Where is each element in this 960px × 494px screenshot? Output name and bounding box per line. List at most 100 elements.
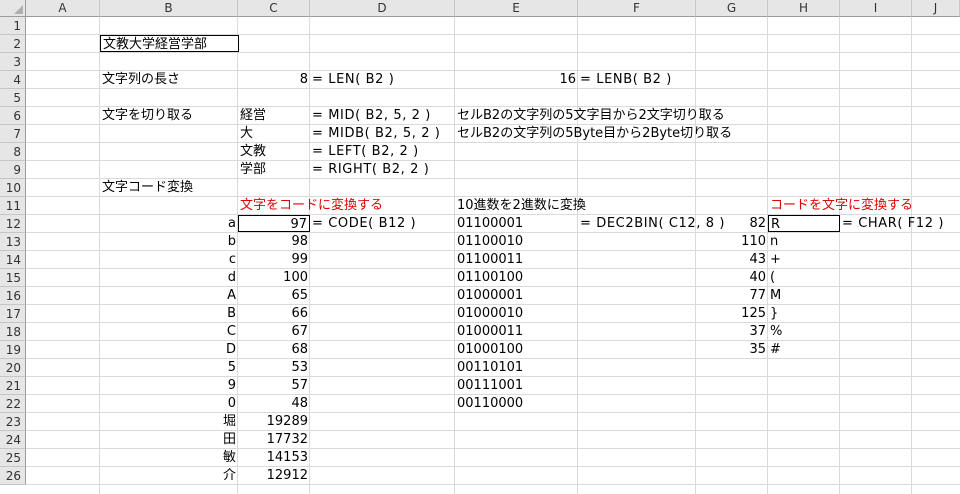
binary-value[interactable]: 00110000 — [455, 395, 578, 412]
lenb-formula[interactable]: = LENB( B2 ) — [578, 71, 728, 88]
char-code[interactable]: 43 — [696, 251, 768, 268]
cell-b2[interactable]: 文教大学経営学部 — [100, 35, 239, 52]
binary-value[interactable]: 01100001 — [455, 215, 578, 232]
code-value[interactable]: 17732 — [238, 431, 310, 448]
char-value[interactable]: # — [768, 341, 840, 358]
code-value[interactable]: 100 — [238, 269, 310, 286]
row-header[interactable]: 6 — [0, 107, 26, 125]
row-header[interactable]: 15 — [0, 269, 26, 287]
row-header[interactable]: 21 — [0, 377, 26, 395]
column-header[interactable]: F — [578, 0, 696, 17]
midb-value[interactable]: 大 — [238, 125, 310, 142]
char-title[interactable]: コードを文字に変換する — [768, 197, 948, 214]
row-header[interactable]: 19 — [0, 341, 26, 359]
binary-value[interactable]: 01100100 — [455, 269, 578, 286]
row-header[interactable]: 4 — [0, 71, 26, 89]
row-header[interactable]: 24 — [0, 431, 26, 449]
code-value[interactable]: 65 — [238, 287, 310, 304]
midb-formula[interactable]: = MIDB( B2, 5, 2 ) — [310, 125, 455, 142]
row-header[interactable]: 5 — [0, 89, 26, 107]
code-char[interactable]: 0 — [100, 395, 238, 412]
code-char[interactable]: 5 — [100, 359, 238, 376]
code-value[interactable]: 97 — [238, 215, 310, 232]
substring-label[interactable]: 文字を切り取る — [100, 107, 238, 124]
left-value[interactable]: 文教 — [238, 143, 310, 160]
midb-note[interactable]: セルB2の文字列の5Byte目から2Byte切り取る — [455, 125, 765, 142]
code-char[interactable]: 9 — [100, 377, 238, 394]
code-value[interactable]: 98 — [238, 233, 310, 250]
mid-formula[interactable]: = MID( B2, 5, 2 ) — [310, 107, 455, 124]
code-char[interactable]: c — [100, 251, 238, 268]
char-value[interactable]: + — [768, 251, 840, 268]
row-header[interactable]: 23 — [0, 413, 26, 431]
right-formula[interactable]: = RIGHT( B2, 2 ) — [310, 161, 455, 178]
bin-formula[interactable]: = DEC2BIN( C12, 8 ) — [578, 215, 748, 232]
length-label[interactable]: 文字列の長さ — [100, 71, 238, 88]
char-value[interactable]: ( — [768, 269, 840, 286]
code-value[interactable]: 14153 — [238, 449, 310, 466]
char-code[interactable]: 40 — [696, 269, 768, 286]
code-char[interactable]: A — [100, 287, 238, 304]
row-header[interactable]: 13 — [0, 233, 26, 251]
char-code[interactable]: 125 — [696, 305, 768, 322]
code-value[interactable]: 19289 — [238, 413, 310, 430]
binary-value[interactable]: 00111001 — [455, 377, 578, 394]
char-value[interactable]: M — [768, 287, 840, 304]
column-header[interactable]: J — [912, 0, 960, 17]
len-formula[interactable]: = LEN( B2 ) — [310, 71, 455, 88]
char-code[interactable]: 35 — [696, 341, 768, 358]
code-formula[interactable]: = CODE( B12 ) — [310, 215, 455, 232]
code-value[interactable]: 66 — [238, 305, 310, 322]
column-header[interactable]: C — [238, 0, 310, 17]
row-header[interactable]: 3 — [0, 53, 26, 71]
binary-value[interactable]: 01000100 — [455, 341, 578, 358]
row-header[interactable]: 26 — [0, 467, 26, 485]
row-header[interactable]: 8 — [0, 143, 26, 161]
code-value[interactable]: 57 — [238, 377, 310, 394]
column-header[interactable]: A — [26, 0, 100, 17]
bin-title[interactable]: 10進数を2進数に変換 — [455, 197, 655, 214]
left-formula[interactable]: = LEFT( B2, 2 ) — [310, 143, 455, 160]
code-value[interactable]: 99 — [238, 251, 310, 268]
code-char[interactable]: B — [100, 305, 238, 322]
code-char[interactable]: C — [100, 323, 238, 340]
code-value[interactable]: 48 — [238, 395, 310, 412]
code-char[interactable]: D — [100, 341, 238, 358]
char-value[interactable]: } — [768, 305, 840, 322]
row-header[interactable]: 2 — [0, 35, 26, 53]
binary-value[interactable]: 01000011 — [455, 323, 578, 340]
row-header[interactable]: 14 — [0, 251, 26, 269]
char-code[interactable]: 77 — [696, 287, 768, 304]
code-value[interactable]: 68 — [238, 341, 310, 358]
row-header[interactable]: 11 — [0, 197, 26, 215]
row-header[interactable]: 16 — [0, 287, 26, 305]
row-header[interactable]: 12 — [0, 215, 26, 233]
row-header[interactable]: 9 — [0, 161, 26, 179]
char-formula[interactable]: = CHAR( F12 ) — [840, 215, 958, 232]
char-code-label[interactable]: 文字コード変換 — [100, 179, 238, 196]
binary-value[interactable]: 01100011 — [455, 251, 578, 268]
column-header[interactable]: B — [100, 0, 238, 17]
char-code[interactable]: 110 — [696, 233, 768, 250]
lenb-value[interactable]: 16 — [455, 71, 578, 88]
code-title[interactable]: 文字をコードに変換する — [238, 197, 448, 214]
row-header[interactable]: 17 — [0, 305, 26, 323]
row-header[interactable]: 22 — [0, 395, 26, 413]
column-header[interactable]: I — [840, 0, 912, 17]
code-char[interactable]: b — [100, 233, 238, 250]
code-char[interactable]: 田 — [100, 431, 238, 448]
char-code[interactable]: 37 — [696, 323, 768, 340]
row-header[interactable]: 1 — [0, 17, 26, 35]
select-all-corner[interactable] — [0, 0, 26, 17]
column-header[interactable]: D — [310, 0, 455, 17]
len-value[interactable]: 8 — [238, 71, 310, 88]
binary-value[interactable]: 01100010 — [455, 233, 578, 250]
binary-value[interactable]: 01000001 — [455, 287, 578, 304]
code-char[interactable]: 敏 — [100, 449, 238, 466]
code-value[interactable]: 12912 — [238, 467, 310, 484]
char-value[interactable]: n — [768, 233, 840, 250]
code-char[interactable]: 介 — [100, 467, 238, 484]
row-header[interactable]: 25 — [0, 449, 26, 467]
row-header[interactable]: 10 — [0, 179, 26, 197]
char-value[interactable]: % — [768, 323, 840, 340]
